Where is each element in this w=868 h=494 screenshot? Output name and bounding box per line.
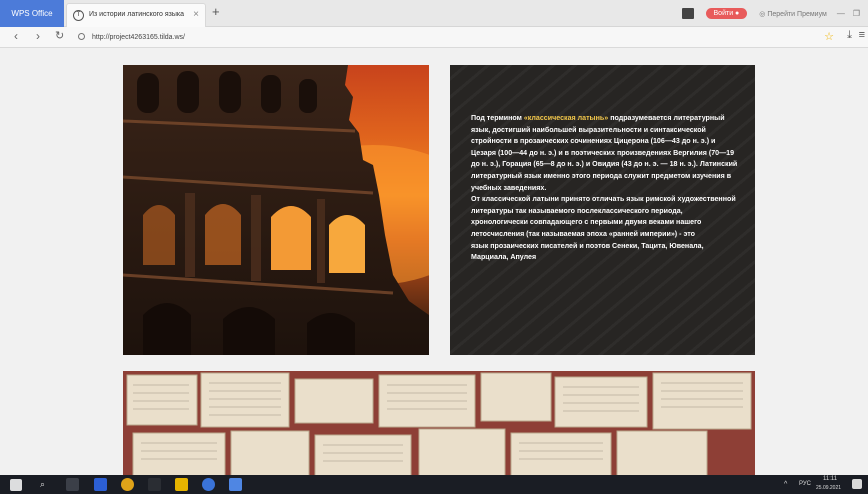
menu-icon[interactable]: ≡ bbox=[859, 29, 865, 41]
login-button[interactable]: Войти ● bbox=[705, 8, 748, 19]
taskbar: ⌕ ^ РУС 11:11 25.09.2021 bbox=[0, 475, 868, 494]
forward-icon[interactable]: › bbox=[36, 29, 40, 43]
taskbar-app-icon-2[interactable] bbox=[148, 478, 161, 491]
article-text: Под термином «классическая латынь» подра… bbox=[471, 113, 741, 264]
premium-label: Перейти Премиум bbox=[767, 10, 827, 18]
windows-start-icon[interactable] bbox=[10, 479, 22, 491]
back-icon[interactable]: ‹ bbox=[14, 29, 18, 43]
paragraph-1-lead: Под термином bbox=[471, 114, 524, 122]
search-icon bbox=[78, 33, 85, 40]
language-indicator[interactable]: РУС bbox=[799, 481, 811, 487]
extension-icon[interactable] bbox=[681, 8, 694, 19]
page-viewport[interactable]: Под термином «классическая латынь» подра… bbox=[0, 49, 868, 475]
notifications-icon[interactable] bbox=[852, 479, 862, 489]
tab-bar: WPS Office Т Из истории латинского языка… bbox=[0, 0, 868, 27]
task-view-icon[interactable] bbox=[66, 478, 79, 491]
wps-office-tab[interactable]: WPS Office bbox=[0, 0, 64, 27]
books-image bbox=[123, 371, 755, 475]
tray-chevron-icon[interactable]: ^ bbox=[784, 481, 787, 488]
chrome-icon[interactable] bbox=[121, 478, 134, 491]
new-tab-button[interactable]: + bbox=[212, 4, 220, 19]
close-tab-icon[interactable]: × bbox=[193, 4, 199, 26]
tab-active[interactable]: Т Из истории латинского языка × bbox=[66, 3, 206, 27]
login-label: Войти bbox=[713, 10, 734, 17]
wps-taskbar-icon[interactable] bbox=[229, 478, 242, 491]
paragraph-1-rest: подразумевается литературный язык, дости… bbox=[471, 114, 738, 192]
clock-time[interactable]: 11:11 bbox=[823, 476, 837, 482]
minimize-icon[interactable]: — bbox=[837, 9, 845, 18]
clock-date[interactable]: 25.09.2021 bbox=[816, 485, 841, 491]
colosseum-image bbox=[123, 65, 429, 355]
text-panel: Под термином «классическая латынь» подра… bbox=[450, 65, 755, 355]
file-explorer-icon[interactable] bbox=[175, 478, 188, 491]
taskbar-app-icon-3[interactable] bbox=[202, 478, 215, 491]
url-text: http://project4263165.tilda.ws/ bbox=[92, 34, 186, 41]
paragraph-3: язык прозаических писателей и поэтов Сен… bbox=[471, 241, 704, 262]
address-bar: ‹ › ↻ http://project4263165.tilda.ws/ ☆ … bbox=[0, 27, 868, 48]
taskbar-search-icon[interactable]: ⌕ bbox=[40, 479, 45, 490]
url-field[interactable]: http://project4263165.tilda.ws/ bbox=[76, 30, 836, 45]
tab-bar-right: Войти ● ◎ Перейти Премиум — ❐ bbox=[681, 0, 868, 27]
taskbar-app-icon-1[interactable] bbox=[94, 478, 107, 491]
download-icon[interactable]: ⤓ bbox=[847, 29, 852, 42]
reload-icon[interactable]: ↻ bbox=[55, 29, 64, 42]
tab-title: Из истории латинского языка bbox=[89, 11, 184, 18]
restore-icon[interactable]: ❐ bbox=[853, 9, 860, 18]
paragraph-2: От классической латыни принято отличать … bbox=[471, 195, 736, 238]
site-favicon-icon: Т bbox=[73, 10, 84, 21]
bookmark-star-icon[interactable]: ☆ bbox=[824, 30, 834, 43]
highlight-term: «классическая латынь» bbox=[523, 114, 609, 122]
premium-link[interactable]: ◎ Перейти Премиум bbox=[759, 10, 827, 18]
